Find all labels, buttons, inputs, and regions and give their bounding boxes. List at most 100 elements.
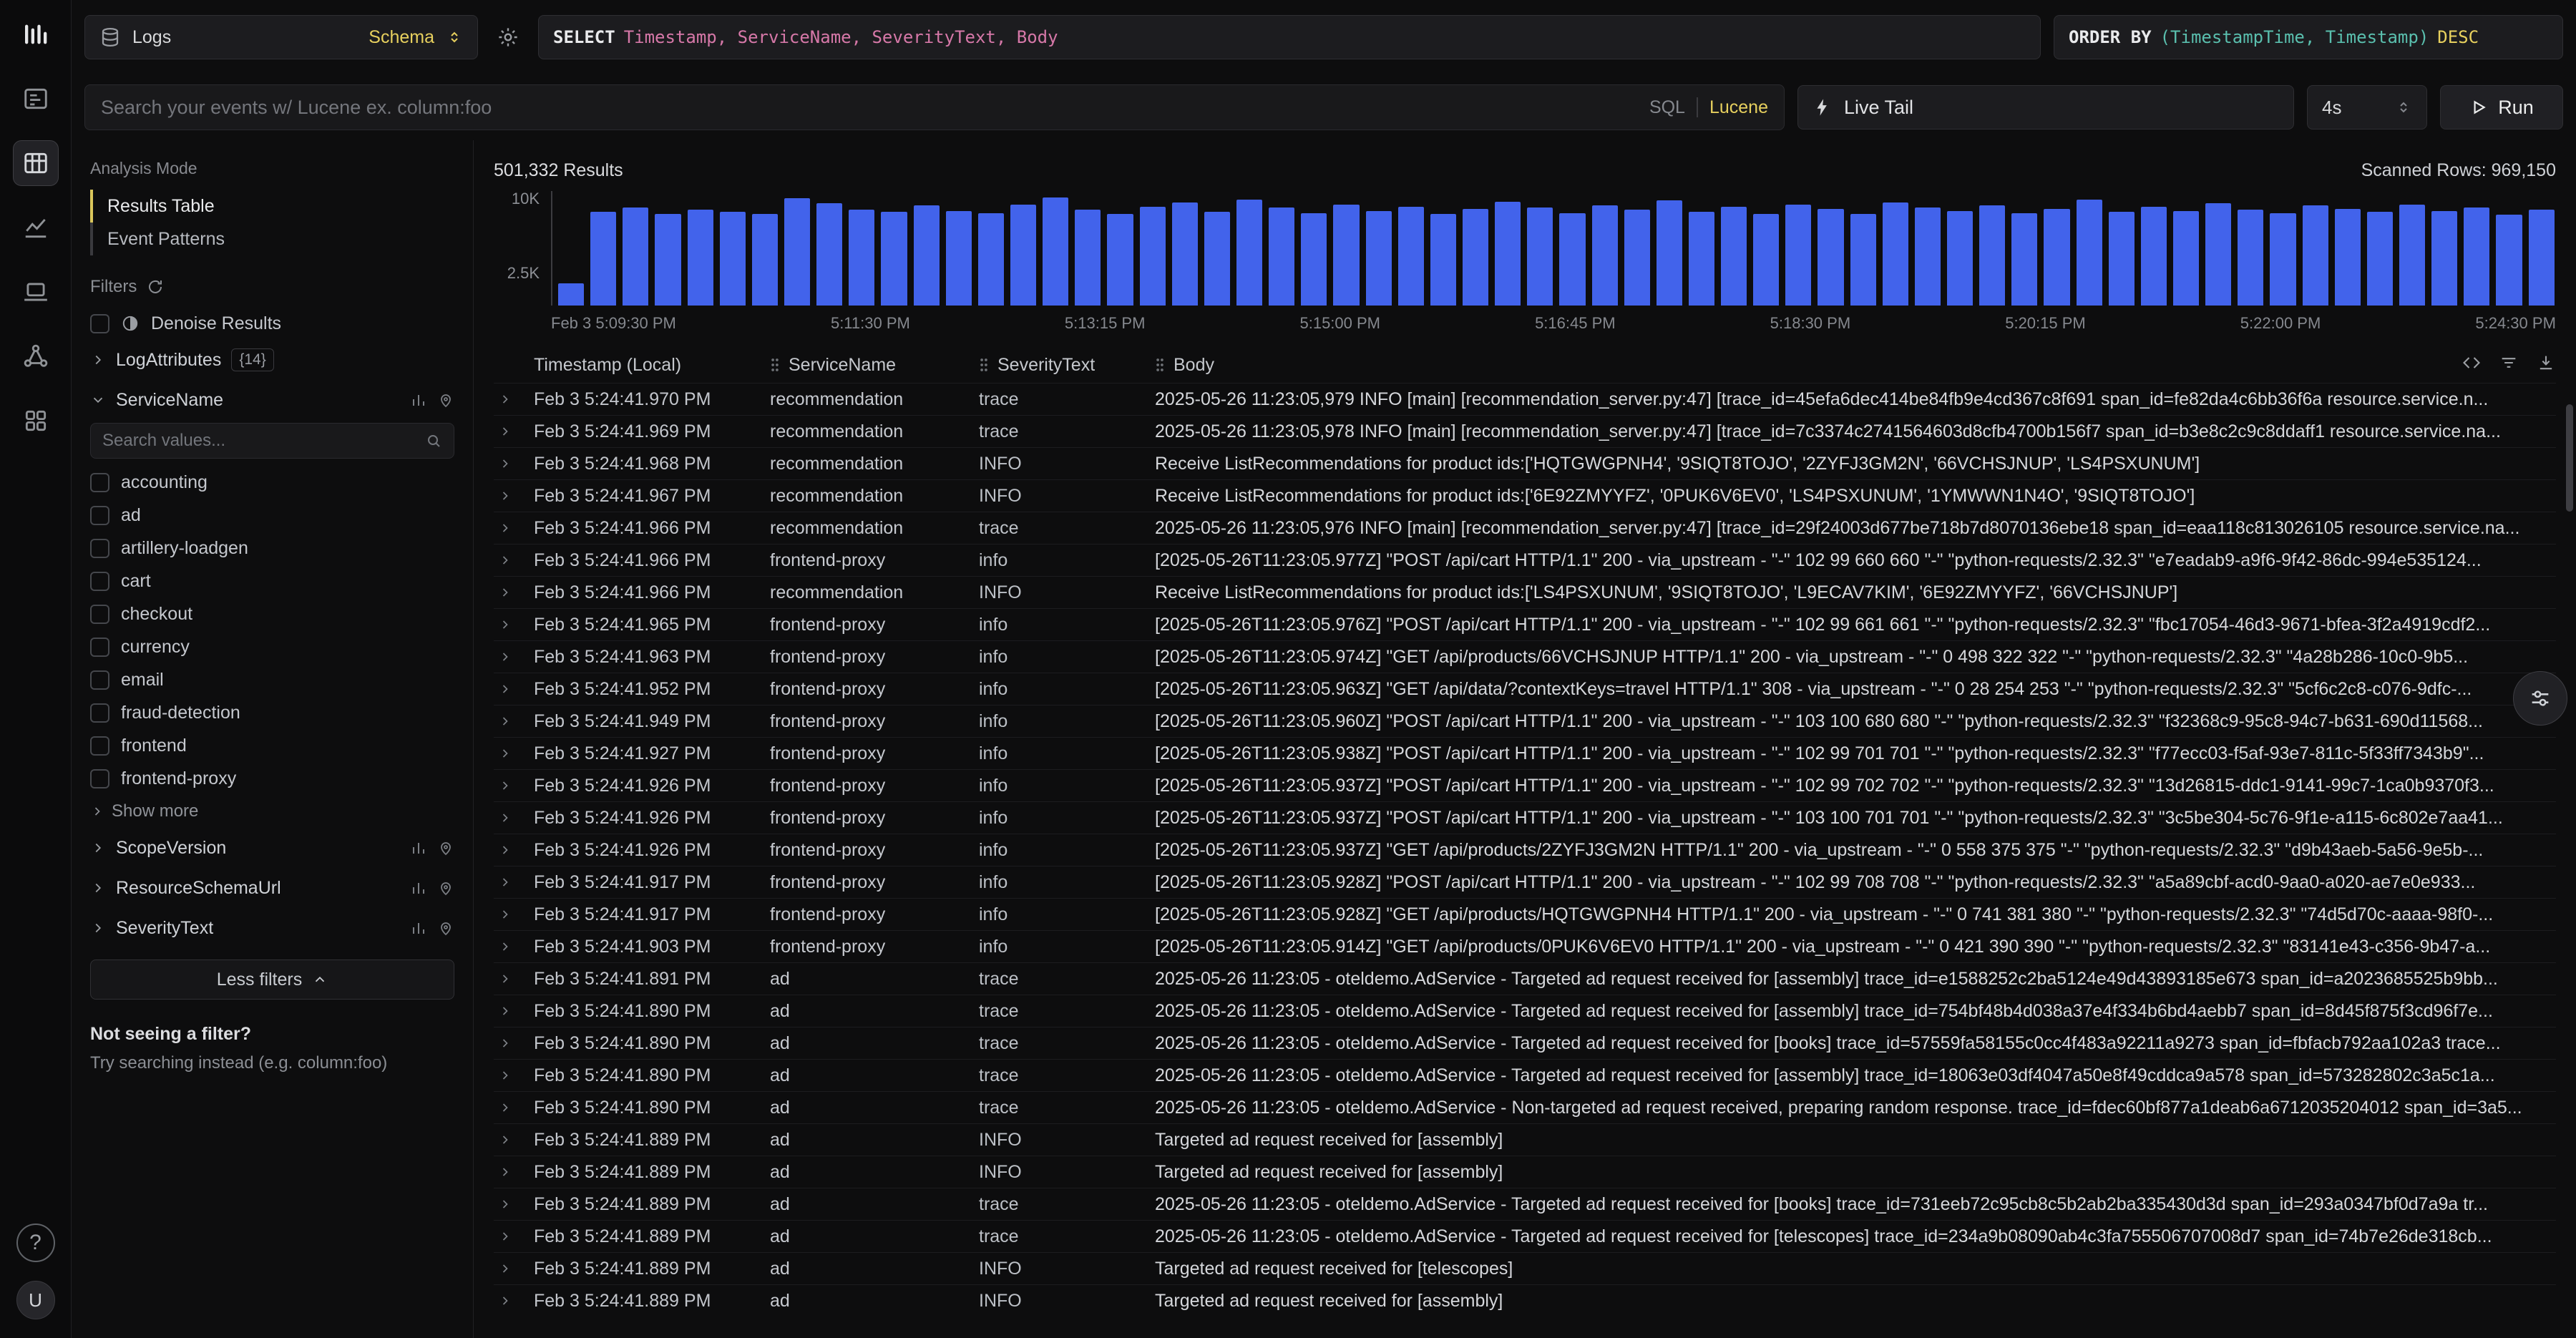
row-expand-chevron-icon[interactable] — [494, 907, 534, 922]
row-expand-chevron-icon[interactable] — [494, 424, 534, 439]
log-row[interactable]: Feb 3 5:24:41.891 PMadtrace2025-05-26 11… — [494, 962, 2556, 995]
row-expand-chevron-icon[interactable] — [494, 746, 534, 761]
row-expand-chevron-icon[interactable] — [494, 392, 534, 406]
log-row[interactable]: Feb 3 5:24:41.889 PMadINFOTargeted ad re… — [494, 1252, 2556, 1284]
mode-event-patterns[interactable]: Event Patterns — [90, 223, 454, 255]
download-icon[interactable] — [2536, 353, 2556, 373]
service-map-icon[interactable] — [13, 333, 59, 379]
pin-icon[interactable] — [437, 839, 454, 856]
apps-grid-icon[interactable] — [13, 398, 59, 444]
histogram-bars[interactable] — [551, 191, 2556, 306]
row-expand-chevron-icon[interactable] — [494, 939, 534, 954]
user-avatar[interactable]: U — [16, 1281, 55, 1319]
laptop-icon[interactable] — [13, 269, 59, 315]
search-logs-icon[interactable] — [13, 76, 59, 122]
row-expand-chevron-icon[interactable] — [494, 553, 534, 567]
refresh-interval-select[interactable]: 4s — [2307, 85, 2427, 130]
log-row[interactable]: Feb 3 5:24:41.970 PMrecommendationtrace2… — [494, 383, 2556, 415]
help-icon[interactable]: ? — [16, 1224, 55, 1262]
checkbox[interactable] — [90, 473, 109, 492]
code-icon[interactable] — [2462, 353, 2482, 373]
filter-group-servicename[interactable]: ServiceName — [90, 380, 454, 420]
log-row[interactable]: Feb 3 5:24:41.969 PMrecommendationtrace2… — [494, 415, 2556, 447]
search-input[interactable] — [101, 97, 1636, 119]
checkbox[interactable] — [90, 572, 109, 591]
log-row[interactable]: Feb 3 5:24:41.966 PMrecommendationINFORe… — [494, 576, 2556, 608]
log-row[interactable]: Feb 3 5:24:41.889 PMadINFOTargeted ad re… — [494, 1123, 2556, 1156]
select-query-box[interactable]: SELECTTimestamp, ServiceName, SeverityTe… — [538, 15, 2041, 59]
service-value-item[interactable]: frontend — [90, 729, 454, 762]
gear-icon[interactable] — [491, 20, 525, 54]
service-value-item[interactable]: currency — [90, 630, 454, 663]
service-value-item[interactable]: checkout — [90, 597, 454, 630]
filter-lines-icon[interactable] — [2499, 353, 2519, 373]
log-row[interactable]: Feb 3 5:24:41.889 PMadINFOTargeted ad re… — [494, 1284, 2556, 1317]
service-value-item[interactable]: fraud-detection — [90, 696, 454, 729]
log-row[interactable]: Feb 3 5:24:41.903 PMfrontend-proxyinfo[2… — [494, 930, 2556, 962]
mini-bar-chart-icon[interactable] — [410, 879, 427, 897]
row-expand-chevron-icon[interactable] — [494, 682, 534, 696]
row-expand-chevron-icon[interactable] — [494, 1229, 534, 1244]
row-expand-chevron-icon[interactable] — [494, 1165, 534, 1179]
mini-bar-chart-icon[interactable] — [410, 839, 427, 856]
row-expand-chevron-icon[interactable] — [494, 1068, 534, 1083]
sql-mode-option[interactable]: SQL — [1649, 97, 1685, 118]
row-expand-chevron-icon[interactable] — [494, 521, 534, 535]
checkbox[interactable] — [90, 539, 109, 558]
column-header-body[interactable]: Body — [1155, 355, 2556, 376]
row-expand-chevron-icon[interactable] — [494, 456, 534, 471]
log-row[interactable]: Feb 3 5:24:41.926 PMfrontend-proxyinfo[2… — [494, 801, 2556, 834]
row-expand-chevron-icon[interactable] — [494, 843, 534, 857]
row-expand-chevron-icon[interactable] — [494, 972, 534, 986]
service-value-item[interactable]: artillery-loadgen — [90, 532, 454, 565]
live-tail-button[interactable]: Live Tail — [1797, 85, 2294, 130]
log-row[interactable]: Feb 3 5:24:41.890 PMadtrace2025-05-26 11… — [494, 1091, 2556, 1123]
mini-bar-chart-icon[interactable] — [410, 391, 427, 409]
row-expand-chevron-icon[interactable] — [494, 778, 534, 793]
log-row[interactable]: Feb 3 5:24:41.952 PMfrontend-proxyinfo[2… — [494, 673, 2556, 705]
pin-icon[interactable] — [437, 391, 454, 409]
row-expand-chevron-icon[interactable] — [494, 1133, 534, 1147]
row-expand-chevron-icon[interactable] — [494, 1004, 534, 1018]
log-row[interactable]: Feb 3 5:24:41.890 PMadtrace2025-05-26 11… — [494, 1027, 2556, 1059]
filter-value-search-input[interactable] — [102, 431, 425, 451]
row-expand-chevron-icon[interactable] — [494, 1261, 534, 1276]
row-expand-chevron-icon[interactable] — [494, 714, 534, 728]
filter-group-resourceschemaurl[interactable]: ResourceSchemaUrl — [90, 868, 454, 908]
table-settings-floating-button[interactable] — [2513, 671, 2567, 726]
log-row[interactable]: Feb 3 5:24:41.965 PMfrontend-proxyinfo[2… — [494, 608, 2556, 640]
log-row[interactable]: Feb 3 5:24:41.967 PMrecommendationINFORe… — [494, 479, 2556, 512]
log-row[interactable]: Feb 3 5:24:41.917 PMfrontend-proxyinfo[2… — [494, 898, 2556, 930]
log-row[interactable]: Feb 3 5:24:41.926 PMfrontend-proxyinfo[2… — [494, 769, 2556, 801]
checkbox[interactable] — [90, 638, 109, 657]
service-value-item[interactable]: ad — [90, 499, 454, 532]
row-expand-chevron-icon[interactable] — [494, 617, 534, 632]
log-row[interactable]: Feb 3 5:24:41.890 PMadtrace2025-05-26 11… — [494, 1059, 2556, 1091]
log-row[interactable]: Feb 3 5:24:41.949 PMfrontend-proxyinfo[2… — [494, 705, 2556, 737]
mode-results-table[interactable]: Results Table — [90, 190, 454, 223]
schema-toggle[interactable]: Schema — [369, 27, 434, 48]
column-header-servicename[interactable]: ServiceName — [770, 355, 979, 376]
filter-group-logattributes[interactable]: LogAttributes {14} — [90, 340, 454, 380]
log-row[interactable]: Feb 3 5:24:41.966 PMrecommendationtrace2… — [494, 512, 2556, 544]
event-search[interactable]: SQL Lucene — [84, 84, 1785, 130]
show-more-link[interactable]: Show more — [90, 795, 454, 828]
checkbox[interactable] — [90, 605, 109, 624]
results-histogram[interactable]: 10K 2.5K Feb 3 5:09:30 PM5:11:30 PM5:13:… — [494, 191, 2556, 333]
row-expand-chevron-icon[interactable] — [494, 1294, 534, 1308]
log-row[interactable]: Feb 3 5:24:41.889 PMadtrace2025-05-26 11… — [494, 1188, 2556, 1220]
service-value-item[interactable]: frontend-proxy — [90, 762, 454, 795]
mini-bar-chart-icon[interactable] — [410, 919, 427, 937]
log-row[interactable]: Feb 3 5:24:41.890 PMadtrace2025-05-26 11… — [494, 995, 2556, 1027]
less-filters-button[interactable]: Less filters — [90, 959, 454, 1000]
filter-group-scopeversion[interactable]: ScopeVersion — [90, 828, 454, 868]
pin-icon[interactable] — [437, 879, 454, 897]
row-expand-chevron-icon[interactable] — [494, 1197, 534, 1211]
results-table-icon[interactable] — [13, 140, 59, 186]
log-row[interactable]: Feb 3 5:24:41.889 PMadtrace2025-05-26 11… — [494, 1220, 2556, 1252]
log-row[interactable]: Feb 3 5:24:41.963 PMfrontend-proxyinfo[2… — [494, 640, 2556, 673]
row-expand-chevron-icon[interactable] — [494, 650, 534, 664]
checkbox[interactable] — [90, 506, 109, 525]
checkbox[interactable] — [90, 736, 109, 756]
filter-value-search[interactable] — [90, 423, 454, 459]
